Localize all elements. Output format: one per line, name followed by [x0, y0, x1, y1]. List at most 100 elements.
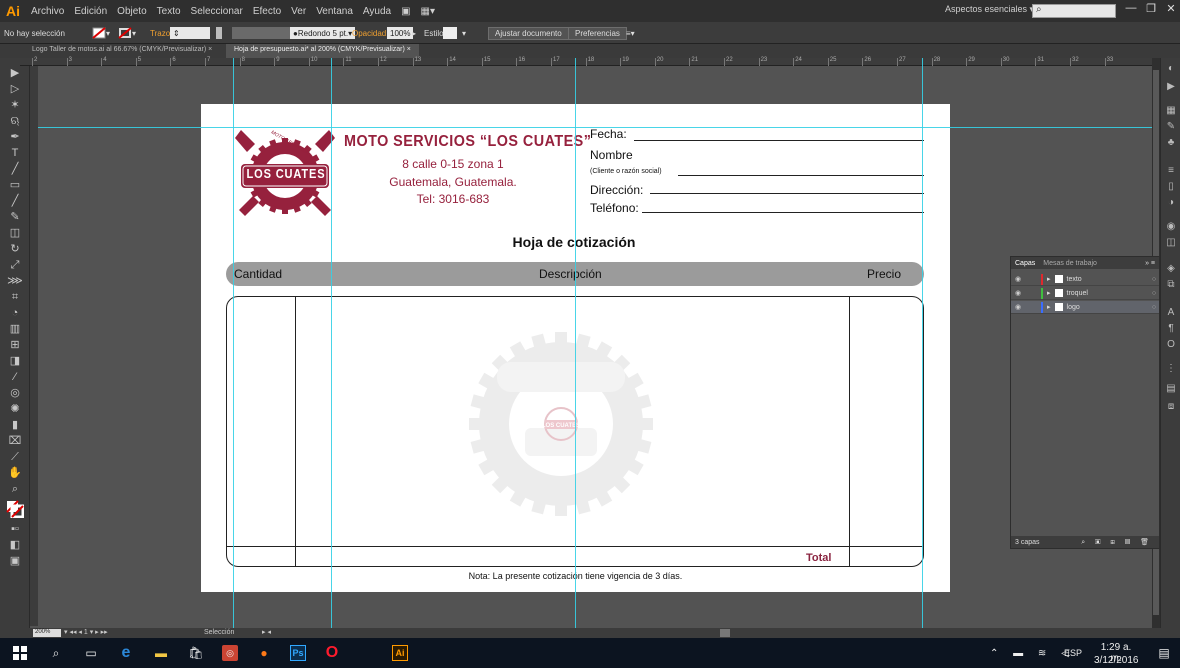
notifications-icon[interactable]: ▤ — [1156, 645, 1172, 661]
screen-mode-icon[interactable]: ▣ — [6, 554, 24, 568]
drawing-mode-icon[interactable]: ◧ — [6, 538, 24, 552]
bridge-icon[interactable]: ▣ — [396, 6, 415, 17]
symbol-sprayer-tool-icon[interactable]: ✺ — [6, 402, 24, 416]
appearance-panel-icon[interactable]: ◉ — [1165, 222, 1177, 232]
target-icon[interactable]: ○ — [1149, 290, 1159, 297]
status-arrows-icon[interactable]: ▸ ◂ — [262, 628, 271, 636]
photoshop-icon[interactable]: Ps — [290, 645, 306, 661]
variable-width-profile[interactable] — [232, 27, 292, 39]
preferences-button[interactable]: Preferencias — [568, 27, 627, 40]
stroke-panel-icon[interactable]: ≡ — [1165, 166, 1177, 176]
illustrator-taskbar-icon[interactable]: Ai — [392, 645, 408, 661]
app-icon[interactable]: ◎ — [222, 645, 238, 661]
stroke-weight-dropdown[interactable] — [216, 27, 222, 39]
menu-archivo[interactable]: Archivo — [26, 6, 69, 17]
menu-efecto[interactable]: Efecto — [248, 6, 286, 17]
style-swatch[interactable] — [443, 27, 457, 39]
direct-selection-tool-icon[interactable]: ▷ — [6, 82, 24, 96]
stroke-weight-field[interactable]: ⇕ — [170, 27, 210, 39]
opacity-label[interactable]: Opacidad: — [352, 27, 388, 39]
rotate-tool-icon[interactable]: ↻ — [6, 242, 24, 256]
opentype-panel-icon[interactable]: O — [1165, 340, 1177, 350]
search-icon[interactable]: ⌕ — [48, 645, 64, 661]
layer-row-logo[interactable]: ◉ ▸ logo ○ — [1011, 301, 1159, 314]
pathfinder-panel-icon[interactable]: ▤ — [1165, 384, 1177, 394]
slice-tool-icon[interactable]: ⟋ — [6, 450, 24, 464]
eye-icon[interactable]: ◉ — [1011, 275, 1025, 283]
gradient-tool-icon[interactable]: ◨ — [6, 354, 24, 368]
guide-vertical-1[interactable] — [233, 58, 234, 628]
free-transform-tool-icon[interactable]: ⌗ — [6, 290, 24, 304]
guide-horizontal-1[interactable] — [38, 127, 1152, 128]
tab-mesas-de-trabajo[interactable]: Mesas de trabajo — [1043, 260, 1097, 267]
horizontal-scroll-thumb[interactable] — [720, 629, 730, 637]
menu-seleccionar[interactable]: Seleccionar — [186, 6, 248, 17]
fit-document-button[interactable]: Ajustar documento — [488, 27, 569, 40]
scale-tool-icon[interactable]: ⤢ — [6, 258, 24, 272]
color-guide-icon[interactable]: ▶ — [1165, 82, 1177, 92]
zoom-tool-icon[interactable]: ⌕ — [6, 482, 24, 496]
layers-panel-icon[interactable]: ◈ — [1165, 264, 1177, 274]
expand-arrow-icon[interactable]: ▸ — [1047, 303, 1051, 311]
eraser-tool-icon[interactable]: ◫ — [6, 226, 24, 240]
symbols-panel-icon[interactable]: ♣ — [1165, 138, 1177, 148]
lasso-tool-icon[interactable]: ଋ — [6, 114, 24, 128]
opacity-field[interactable]: 100% — [387, 27, 414, 39]
restore-button[interactable]: ❐ — [1142, 2, 1160, 19]
language-indicator[interactable]: ESP — [1064, 648, 1082, 658]
perspective-grid-tool-icon[interactable]: ▥ — [6, 322, 24, 336]
character-panel-icon[interactable]: A — [1165, 308, 1177, 318]
brushes-panel-icon[interactable]: ✎ — [1165, 122, 1177, 132]
menu-objeto[interactable]: Objeto — [112, 6, 151, 17]
horizontal-ruler[interactable]: 2 3 4 5 6 7 8 9 10 11 12 13 14 15 16 17 18 19 20 21 22 23 24 25… — [20, 57, 1160, 66]
menu-ver[interactable]: Ver — [286, 6, 311, 17]
guide-vertical-3[interactable] — [575, 58, 576, 628]
task-view-icon[interactable]: ▭ — [83, 645, 99, 661]
layer-name-texto[interactable]: texto — [1067, 276, 1149, 283]
tab-hoja-presupuesto[interactable]: Hoja de presupuesto.ai* al 200% (CMYK/Pr… — [226, 44, 419, 58]
menu-ayuda[interactable]: Ayuda — [358, 6, 396, 17]
target-icon[interactable]: ○ — [1149, 276, 1159, 283]
edge-browser-icon[interactable]: e — [118, 644, 134, 661]
align-panel-icon[interactable]: ⋮ — [1165, 364, 1177, 374]
vertical-ruler[interactable] — [30, 66, 38, 626]
rectangle-tool-icon[interactable]: ▭ — [6, 178, 24, 192]
expand-arrow-icon[interactable]: ▸ — [1047, 289, 1051, 297]
mesh-tool-icon[interactable]: ⊞ — [6, 338, 24, 352]
transparency-panel-icon[interactable]: ◑ — [1165, 198, 1177, 208]
swatches-panel-icon[interactable]: ▦ — [1165, 106, 1177, 116]
hand-tool-icon[interactable]: ✋ — [6, 466, 24, 480]
graphic-styles-panel-icon[interactable]: ◫ — [1165, 238, 1177, 248]
firefox-icon[interactable]: ● — [256, 645, 272, 661]
guide-vertical-2[interactable] — [331, 58, 332, 628]
opera-icon[interactable]: O — [324, 644, 340, 661]
menu-edicion[interactable]: Edición — [69, 6, 112, 17]
paragraph-panel-icon[interactable]: ¶ — [1165, 324, 1177, 334]
eyedropper-tool-icon[interactable]: ⁄ — [6, 370, 24, 384]
fill-stroke-icon[interactable] — [6, 500, 25, 519]
brush-definition[interactable]: ● Redondo 5 pt. ▾ — [290, 27, 356, 39]
type-tool-icon[interactable]: T — [6, 146, 24, 160]
clock-date[interactable]: 3/12/2016 — [1094, 655, 1139, 666]
pen-tool-icon[interactable]: ✒ — [6, 130, 24, 144]
artboard-tool-icon[interactable]: ⌧ — [6, 434, 24, 448]
layer-name-logo[interactable]: logo — [1067, 304, 1149, 311]
stroke-swatch[interactable]: ▾ — [118, 27, 136, 39]
tab-logo-taller[interactable]: Logo Taller de motos.ai al 66.67% (CMYK/… — [24, 44, 220, 58]
style-dropdown-icon[interactable]: ▾ — [462, 27, 466, 39]
tab-capas[interactable]: Capas — [1015, 260, 1035, 267]
layer-row-troquel[interactable]: ◉ ▸ troquel ○ — [1011, 287, 1159, 300]
stroke-label[interactable]: Trazo — [150, 27, 170, 39]
guide-vertical-4[interactable] — [922, 58, 923, 628]
store-icon[interactable]: 🛍 — [188, 645, 204, 661]
file-explorer-icon[interactable]: ▬ — [153, 645, 169, 661]
layer-row-texto[interactable]: ◉ ▸ texto ○ — [1011, 273, 1159, 286]
workspace-switcher[interactable]: Aspectos esenciales ▾ — [945, 4, 1034, 15]
status-tool[interactable]: Selección — [204, 629, 234, 636]
selection-tool-icon[interactable]: ▶ — [6, 66, 24, 80]
menu-ventana[interactable]: Ventana — [311, 6, 358, 17]
artboards-panel-icon[interactable]: ⧉ — [1165, 280, 1177, 290]
width-tool-icon[interactable]: ⋙ — [6, 274, 24, 288]
layer-name-troquel[interactable]: troquel — [1067, 290, 1149, 297]
color-panel-icon[interactable]: ◐ — [1165, 64, 1177, 74]
